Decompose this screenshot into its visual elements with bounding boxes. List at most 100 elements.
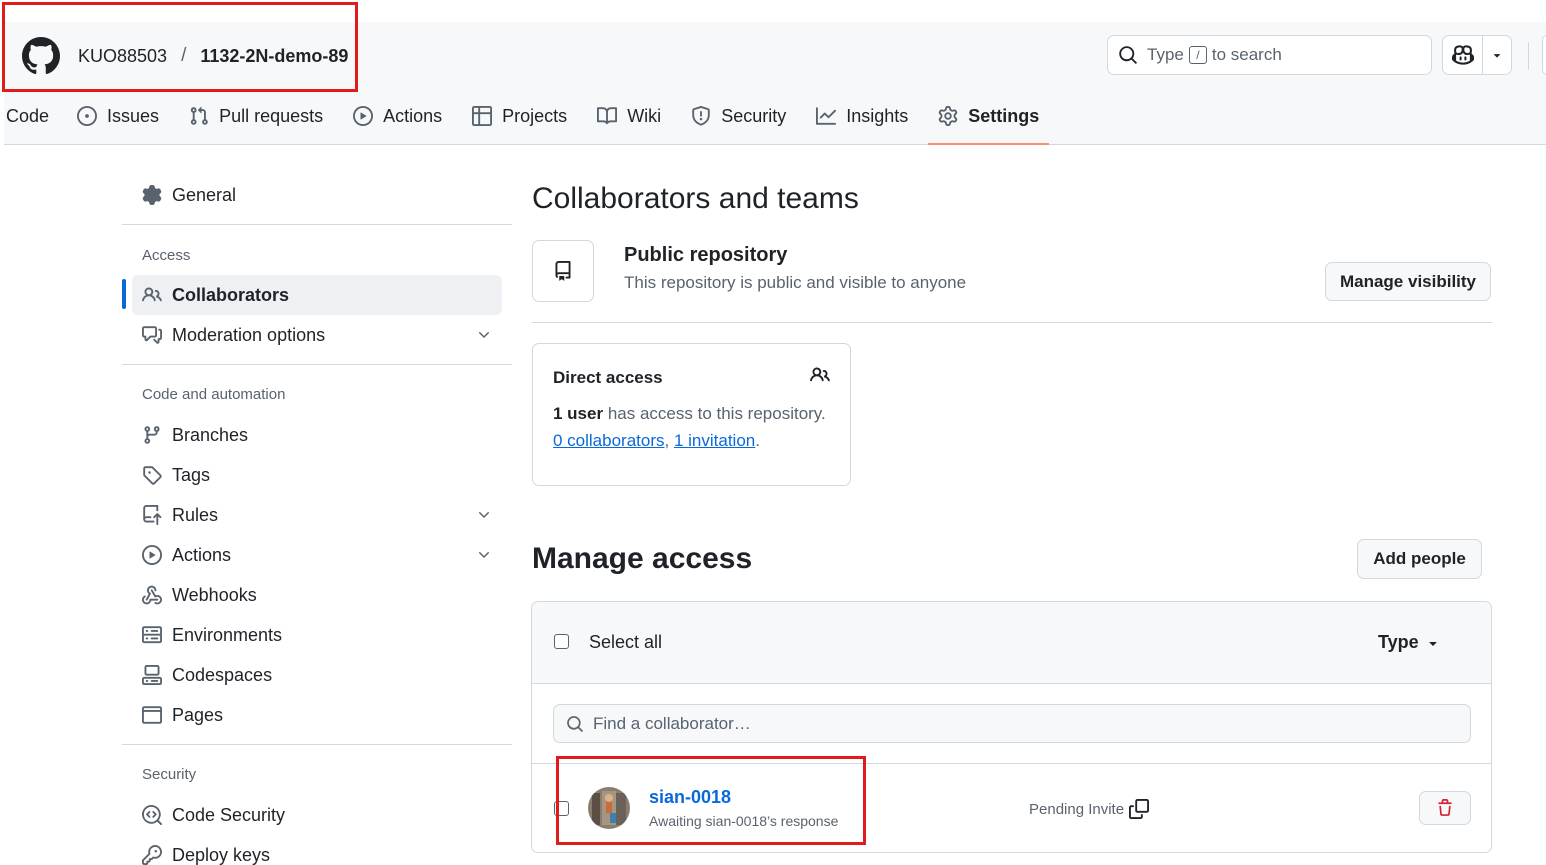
sidebar-item-label: Webhooks (172, 584, 257, 605)
sidebar-item-label: Rules (172, 504, 219, 525)
header-next-button[interactable] (1542, 35, 1546, 75)
tab-label: Actions (383, 105, 443, 126)
page-title: Collaborators and teams (532, 182, 859, 215)
gear-icon (142, 185, 162, 205)
key-icon (142, 845, 162, 865)
book-icon (597, 107, 618, 125)
sidebar-item-label: Deploy keys (172, 844, 271, 865)
repo-push-icon (143, 505, 162, 525)
copilot-button[interactable] (1443, 36, 1482, 74)
select-all-label: Select all (589, 632, 663, 652)
avatar[interactable] (588, 787, 630, 829)
row-divider (532, 763, 1491, 764)
select-all-checkbox[interactable] (554, 634, 569, 649)
sidebar-item-moderation[interactable]: Moderation options (132, 315, 502, 355)
sidebar-heading-code-automation: Code and automation (142, 386, 286, 403)
people-icon (810, 367, 830, 382)
tab-label: Security (721, 105, 787, 126)
search-shortcut-key: / (1188, 46, 1207, 64)
webhook-icon (142, 585, 162, 605)
tab-label: Pull requests (219, 105, 324, 126)
add-people-button[interactable]: Add people (1357, 539, 1482, 579)
triangle-down-icon (1429, 641, 1437, 646)
user-count: 1 user (553, 404, 604, 423)
tab-label: Insights (846, 105, 909, 126)
sidebar-heading-access: Access (142, 247, 191, 264)
find-collaborator-input[interactable]: Find a collaborator… (553, 704, 1471, 743)
repo-name-link[interactable]: 1132-2N-demo-89 (200, 46, 348, 67)
codespaces-icon (142, 665, 162, 685)
github-logo-icon[interactable] (22, 37, 60, 75)
sidebar-heading-security: Security (142, 766, 197, 783)
access-summary-text: has access to this repository. (607, 404, 826, 423)
tab-insights[interactable]: Insights (806, 95, 918, 137)
invitation-link[interactable]: 1 invitation (674, 431, 755, 450)
sidebar-item-label: Codespaces (172, 664, 273, 685)
sidebar-divider (122, 224, 512, 225)
link-separator: , (664, 431, 674, 450)
sidebar-item-tags[interactable]: Tags (132, 455, 502, 495)
sidebar-item-label: Collaborators (172, 284, 290, 305)
owner-link[interactable]: KUO88503 (78, 46, 167, 67)
tab-security[interactable]: Security (681, 95, 796, 137)
graph-icon (816, 107, 837, 125)
pending-invite-label: Pending Invite (1029, 800, 1125, 818)
link-period: . (755, 431, 760, 450)
global-search-input[interactable]: Type / to search (1107, 35, 1432, 75)
gear-icon (939, 106, 958, 126)
server-icon (142, 626, 162, 644)
pending-invite-status: Pending Invite (1029, 799, 1150, 819)
repo-visibility-icon-box (532, 240, 594, 302)
sidebar-item-rules[interactable]: Rules (132, 495, 502, 535)
collaborators-table: Select all Type Find a collaborator… sia… (531, 601, 1492, 853)
tab-settings[interactable]: Settings (928, 95, 1050, 145)
direct-access-card: Direct access 1 user has access to this … (532, 343, 851, 486)
sidebar-item-collaborators[interactable]: Collaborators (132, 275, 502, 315)
type-filter-label: Type (1378, 632, 1419, 652)
copilot-icon (1451, 45, 1474, 65)
sidebar-item-webhooks[interactable]: Webhooks (132, 575, 502, 615)
manage-visibility-button[interactable]: Manage visibility (1325, 262, 1491, 301)
collaborator-username-link[interactable]: sian-0018 (649, 787, 731, 808)
row-checkbox[interactable] (554, 801, 569, 816)
issue-opened-icon (77, 106, 98, 126)
copilot-dropdown-button[interactable] (1482, 36, 1511, 74)
access-summary: 1 user has access to this repository. (553, 404, 826, 424)
sidebar-item-code-security[interactable]: Code Security (132, 795, 502, 835)
repo-nav: Code Issues Pull requests Actions Projec… (4, 95, 1059, 145)
active-indicator (122, 279, 126, 309)
type-filter-dropdown[interactable]: Type (1378, 632, 1441, 653)
sidebar-item-actions[interactable]: Actions (132, 535, 502, 575)
sidebar-item-label: Tags (172, 464, 211, 485)
sidebar-item-label: Moderation options (172, 324, 326, 345)
sidebar-item-branches[interactable]: Branches (132, 415, 502, 455)
repo-icon (555, 261, 571, 281)
collaborators-link[interactable]: 0 collaborators (553, 431, 665, 450)
sidebar-item-pages[interactable]: Pages (132, 695, 502, 735)
tab-label: Code (6, 105, 50, 126)
sidebar-item-general[interactable]: General (132, 175, 502, 215)
manage-access-title: Manage access (532, 542, 753, 575)
search-icon (1119, 46, 1137, 64)
tab-actions[interactable]: Actions (343, 95, 452, 137)
direct-access-title: Direct access (553, 368, 663, 387)
copy-icon[interactable] (1129, 799, 1150, 819)
tab-issues[interactable]: Issues (67, 95, 169, 137)
sidebar-item-codespaces[interactable]: Codespaces (132, 655, 502, 695)
tab-projects[interactable]: Projects (462, 95, 577, 137)
tab-wiki[interactable]: Wiki (587, 95, 671, 137)
tab-code[interactable]: Code (4, 95, 59, 137)
section-divider (532, 322, 1492, 323)
sidebar-item-environments[interactable]: Environments (132, 615, 502, 655)
git-pull-request-icon (190, 106, 208, 125)
visibility-description: This repository is public and visible to… (624, 273, 967, 292)
tab-pull-requests[interactable]: Pull requests (179, 95, 333, 137)
table-icon (472, 106, 493, 126)
header-divider (1528, 42, 1529, 70)
sidebar-item-deploy-keys[interactable]: Deploy keys (132, 835, 502, 865)
remove-collaborator-button[interactable] (1419, 791, 1471, 825)
visibility-title: Public repository (624, 244, 788, 266)
breadcrumb-separator: / (181, 45, 187, 66)
tag-icon (143, 466, 162, 485)
table-header: Select all Type (532, 602, 1491, 684)
